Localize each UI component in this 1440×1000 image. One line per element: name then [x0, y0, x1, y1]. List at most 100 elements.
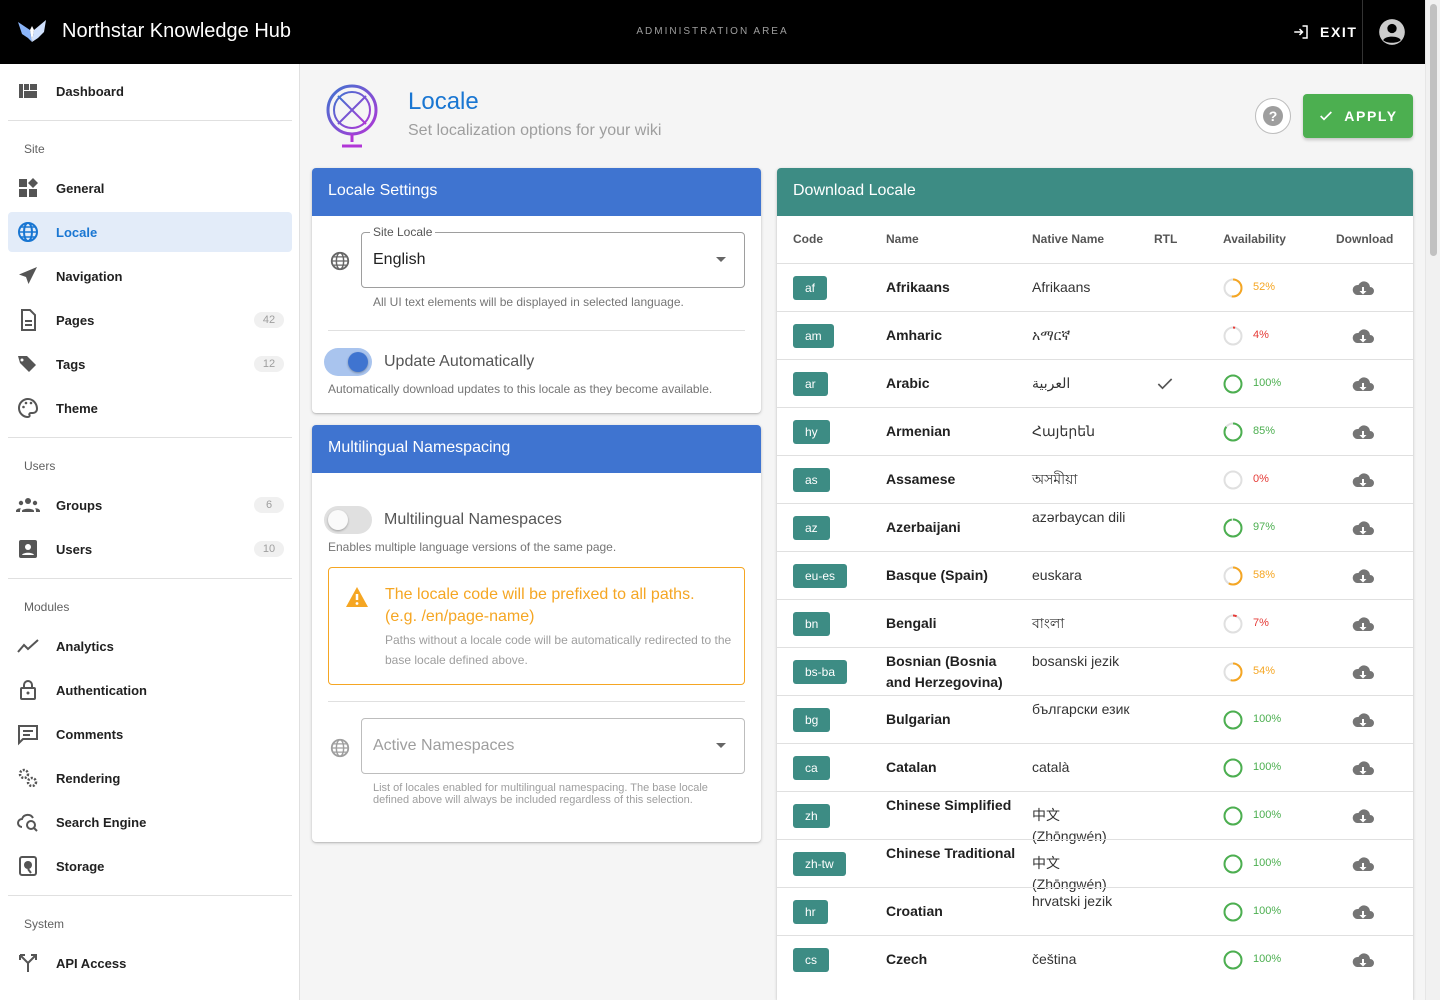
- availability-percent: 85%: [1253, 425, 1276, 437]
- sidebar-item-label: Authentication: [56, 682, 147, 698]
- update-automatically-label: Update Automatically: [384, 353, 535, 370]
- sidebar-item-users[interactable]: Users 10: [8, 529, 292, 569]
- table-row: as Assamese অসমীয়া 0%: [777, 455, 1413, 503]
- sidebar-item-pages[interactable]: Pages 42: [8, 300, 292, 340]
- sidebar-section-modules: Modules: [24, 600, 70, 614]
- sidebar-item-label: Navigation: [56, 268, 123, 284]
- table-row: hr Croatian hrvatski jezik 100%: [777, 887, 1413, 935]
- sidebar-item-label: Pages: [56, 312, 95, 328]
- table-row: bg Bulgarian български език 100%: [777, 695, 1413, 743]
- sidebar-item-locale[interactable]: Locale: [8, 212, 292, 252]
- sidebar-section-users: Users: [24, 459, 56, 473]
- users-count-badge: 10: [254, 541, 284, 557]
- palette-icon: [18, 397, 39, 419]
- api-icon: [19, 954, 37, 972]
- globe-stand-icon: [326, 84, 378, 148]
- cloud-download-icon[interactable]: [1351, 613, 1375, 637]
- sidebar-item-label: Rendering: [56, 770, 121, 786]
- sidebar-item-theme[interactable]: Theme: [8, 388, 292, 428]
- chevron-down-icon: [716, 257, 726, 262]
- navigation-arrow-icon: [19, 267, 37, 284]
- cloud-download-icon[interactable]: [1351, 805, 1375, 829]
- locale-native-name: বাংলা: [1032, 615, 1065, 631]
- availability-percent: 100%: [1253, 713, 1282, 725]
- sidebar: Dashboard Site General Locale Navigation…: [0, 64, 300, 1000]
- card-divider: [328, 701, 745, 702]
- locale-name: Chinese Traditional: [886, 845, 1016, 861]
- locale-code-chip: eu-es: [793, 564, 848, 588]
- locale-code-chip: bn: [793, 612, 831, 636]
- column-header-download: Download: [1336, 232, 1394, 246]
- sidebar-item-navigation[interactable]: Navigation: [8, 256, 292, 296]
- availability-percent: 100%: [1253, 809, 1282, 821]
- table-row: bn Bengali বাংলা 7%: [777, 599, 1413, 647]
- gears-icon: [18, 768, 38, 788]
- cloud-download-icon[interactable]: [1351, 373, 1375, 397]
- sidebar-item-groups[interactable]: Groups 6: [8, 485, 292, 525]
- cloud-download-icon[interactable]: [1351, 853, 1375, 877]
- sidebar-item-rendering[interactable]: Rendering: [8, 758, 292, 798]
- locale-code-chip: az: [793, 516, 830, 540]
- scrollbar-thumb[interactable]: [1430, 4, 1437, 256]
- locale-name: Bosnian (Bosnia and Herzegovina): [886, 653, 1003, 690]
- language-icon: [330, 251, 350, 271]
- table-row: cs Czech čeština 100%: [777, 935, 1413, 983]
- sidebar-item-label: General: [56, 180, 105, 196]
- cloud-download-icon[interactable]: [1351, 325, 1375, 349]
- availability-ring-icon: [1223, 806, 1243, 826]
- download-locale-title: Download Locale: [777, 168, 1413, 216]
- sidebar-section-site: Site: [24, 142, 45, 156]
- site-locale-hint: All UI text elements will be displayed i…: [373, 295, 684, 309]
- cloud-download-icon[interactable]: [1351, 469, 1375, 493]
- sidebar-item-authentication[interactable]: Authentication: [8, 670, 292, 710]
- site-locale-select[interactable]: Site Locale English: [361, 225, 745, 288]
- account-icon[interactable]: [1378, 18, 1406, 46]
- locale-code-chip: hy: [793, 420, 830, 444]
- multilingual-namespaces-switch[interactable]: [324, 506, 372, 534]
- sidebar-item-analytics[interactable]: Analytics: [8, 626, 292, 666]
- cloud-download-icon[interactable]: [1351, 661, 1375, 685]
- active-namespaces-select[interactable]: Active Namespaces: [361, 718, 745, 774]
- sidebar-divider: [8, 437, 292, 438]
- sidebar-item-storage[interactable]: Storage: [8, 846, 292, 886]
- sidebar-item-tags[interactable]: Tags 12: [8, 344, 292, 384]
- locale-native-name: bosanski jezik: [1032, 653, 1120, 669]
- exit-label: EXIT: [1320, 24, 1358, 40]
- svg-text:?: ?: [1269, 108, 1278, 124]
- availability-ring-icon: [1223, 326, 1243, 346]
- locale-native-name: Afrikaans: [1032, 279, 1091, 295]
- sidebar-item-general[interactable]: General: [8, 168, 292, 208]
- cloud-download-icon[interactable]: [1351, 949, 1375, 973]
- help-button[interactable]: ?: [1255, 98, 1291, 134]
- cloud-download-icon[interactable]: [1351, 709, 1375, 733]
- cloud-download-icon[interactable]: [1351, 757, 1375, 781]
- site-locale-value: English: [373, 251, 426, 268]
- page-scrollbar[interactable]: [1425, 0, 1440, 1000]
- availability-ring-icon: [1223, 854, 1243, 874]
- cloud-download-icon[interactable]: [1351, 517, 1375, 541]
- table-row: eu-es Basque (Spain) euskara 58%: [777, 551, 1413, 599]
- locale-name: Basque (Spain): [886, 567, 988, 583]
- sidebar-item-label: Dashboard: [56, 83, 124, 99]
- table-row: hy Armenian Հայերեն 85%: [777, 407, 1413, 455]
- locale-name: Catalan: [886, 759, 937, 775]
- availability-percent: 100%: [1253, 377, 1282, 389]
- sidebar-item-search-engine[interactable]: Search Engine: [8, 802, 292, 842]
- update-automatically-switch[interactable]: [324, 348, 372, 376]
- cloud-download-icon[interactable]: [1351, 901, 1375, 925]
- sidebar-item-api-access[interactable]: API Access: [8, 943, 292, 983]
- column-header-availability: Availability: [1223, 232, 1286, 246]
- sidebar-item-dashboard[interactable]: Dashboard: [8, 71, 292, 111]
- apply-button[interactable]: APPLY: [1303, 94, 1413, 138]
- cloud-search-icon: [17, 813, 38, 832]
- site-locale-label: Site Locale: [370, 225, 436, 239]
- cloud-download-icon[interactable]: [1351, 421, 1375, 445]
- cloud-download-icon[interactable]: [1351, 565, 1375, 589]
- storage-icon: [19, 856, 37, 876]
- locale-code-chip: zh-tw: [793, 852, 846, 876]
- exit-button[interactable]: EXIT: [1284, 14, 1366, 50]
- cloud-download-icon[interactable]: [1351, 277, 1375, 301]
- sidebar-item-comments[interactable]: Comments: [8, 714, 292, 754]
- chevron-down-icon: [716, 743, 726, 748]
- logo-icon: [18, 20, 46, 42]
